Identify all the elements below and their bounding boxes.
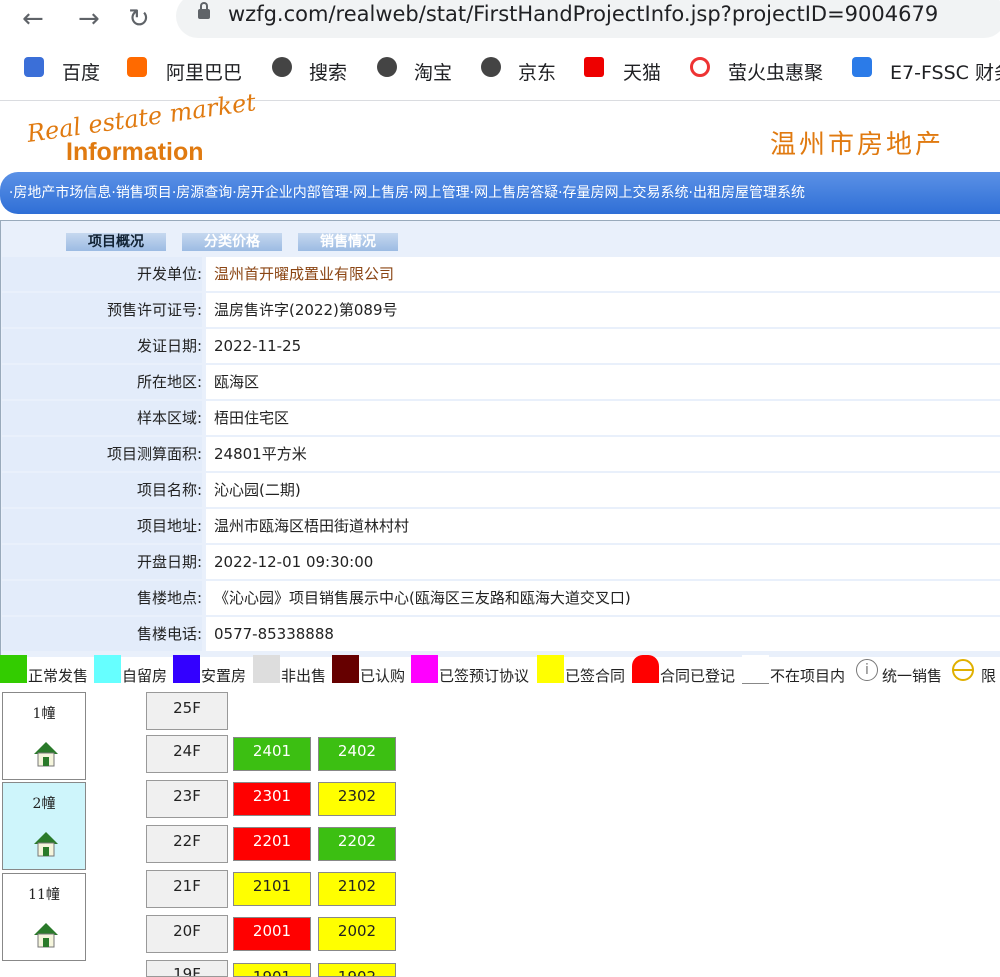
info-row-project-name: 项目名称: 沁心园(二期)	[2, 473, 1000, 507]
tab-overview[interactable]: 项目概况	[66, 233, 166, 251]
nav-rental-system[interactable]: 出租房屋管理系统	[693, 185, 805, 201]
tmall-icon	[584, 57, 604, 77]
info-row-address: 项目地址: 温州市瓯海区梧田街道林村村	[2, 509, 1000, 543]
floor-label: 23F	[146, 780, 228, 818]
forward-icon[interactable]: →	[78, 4, 100, 34]
bookmark-baidu[interactable]: 百度	[62, 58, 100, 85]
developer-link[interactable]: 温州首开曜成置业有限公司	[206, 257, 1000, 291]
bookmark-taobao[interactable]: 淘宝	[414, 58, 452, 85]
status-legend: 正常发售 自留房 安置房 非出售 已认购 已签预订协议 已签合同 合同已登记 不…	[0, 655, 1000, 687]
building-1[interactable]: 1幢	[2, 692, 86, 780]
firefly-icon	[690, 57, 710, 77]
alibaba-icon	[127, 57, 147, 77]
bookmark-search[interactable]: 搜索	[309, 58, 347, 85]
legend-swatch	[742, 655, 769, 684]
legend-swatch	[0, 655, 27, 683]
info-row-license: 预售许可证号: 温房售许字(2022)第089号	[2, 293, 1000, 327]
house-icon	[34, 832, 58, 857]
house-icon	[34, 742, 58, 767]
unit-cell[interactable]: 2102	[318, 872, 396, 906]
limit-circle-icon	[952, 659, 974, 681]
legend-swatch	[253, 655, 280, 683]
tab-sales[interactable]: 销售情况	[298, 233, 398, 251]
bookmark-tmall[interactable]: 天猫	[623, 58, 661, 85]
legend-swatch	[411, 655, 438, 683]
globe-icon	[481, 57, 501, 77]
unit-cell[interactable]: 2301	[233, 782, 311, 816]
floor-label: 21F	[146, 870, 228, 908]
info-row-area: 项目测算面积: 24801平方米	[2, 437, 1000, 471]
bookmark-firefly[interactable]: 萤火虫惠聚	[728, 58, 823, 85]
bookmarks-bar	[0, 42, 1000, 101]
legend-swatch	[173, 655, 200, 683]
legend-swatch	[94, 655, 121, 683]
legend-swatch	[632, 655, 659, 683]
info-row-issue-date: 发证日期: 2022-11-25	[2, 329, 1000, 363]
globe-icon	[377, 57, 397, 77]
nav-resale-system[interactable]: 存量房网上交易系统	[563, 185, 689, 201]
bookmark-e7[interactable]: E7-FSSC 财务	[890, 58, 1000, 85]
unit-cell[interactable]: 1902	[318, 963, 396, 977]
site-navbar: ·房地产市场信息·销售项目·房源查询·房开企业内部管理·网上售房·网上管理·网上…	[0, 172, 1000, 214]
nav-developer-admin[interactable]: 房开企业内部管理	[237, 185, 349, 201]
info-row-open-date: 开盘日期: 2022-12-01 09:30:00	[2, 545, 1000, 579]
floor-label: 19F	[146, 960, 228, 977]
logo-text-bottom: Information	[66, 138, 204, 166]
legend-swatch	[332, 655, 359, 683]
nav-house-query[interactable]: 房源查询	[176, 185, 232, 201]
globe-icon	[272, 57, 292, 77]
url-text[interactable]: wzfg.com/realweb/stat/FirstHandProjectIn…	[228, 2, 938, 26]
unit-cell[interactable]: 2402	[318, 737, 396, 771]
nav-market-info[interactable]: 房地产市场信息	[13, 185, 111, 201]
building-2[interactable]: 2幢	[2, 782, 86, 870]
bookmark-jd[interactable]: 京东	[518, 58, 556, 85]
legend-swatch	[537, 655, 564, 683]
info-row-district: 所在地区: 瓯海区	[2, 365, 1000, 399]
nav-online-faq[interactable]: 网上售房答疑	[474, 185, 558, 201]
unit-cell[interactable]: 1901	[233, 963, 311, 977]
bookmark-alibaba[interactable]: 阿里巴巴	[166, 58, 242, 85]
unit-cell[interactable]: 2001	[233, 917, 311, 951]
unit-cell[interactable]: 2401	[233, 737, 311, 771]
unit-cell[interactable]: 2302	[318, 782, 396, 816]
reload-icon[interactable]: ↻	[128, 4, 150, 34]
baidu-paw-icon	[24, 57, 44, 77]
floor-label: 24F	[146, 735, 228, 773]
site-title: 温州市房地产	[770, 130, 945, 160]
building-11[interactable]: 11幢	[2, 873, 86, 961]
house-icon	[34, 923, 58, 948]
info-row-developer: 开发单位: 温州首开曜成置业有限公司	[2, 257, 1000, 291]
info-row-sample-area: 样本区域: 梧田住宅区	[2, 401, 1000, 435]
unit-cell[interactable]: 2101	[233, 872, 311, 906]
floor-label: 25F	[146, 692, 228, 730]
lock-icon	[198, 2, 210, 19]
floor-label: 22F	[146, 825, 228, 863]
tab-price[interactable]: 分类价格	[182, 233, 282, 251]
info-row-phone: 售楼电话: 0577-85338888	[2, 617, 1000, 651]
nav-online-sale[interactable]: 网上售房	[353, 185, 409, 201]
info-circle-icon: i	[856, 659, 878, 681]
nav-online-admin[interactable]: 网上管理	[414, 185, 470, 201]
unit-cell[interactable]: 2201	[233, 827, 311, 861]
floor-label: 20F	[146, 915, 228, 953]
unit-cell[interactable]: 2002	[318, 917, 396, 951]
unit-cell[interactable]: 2202	[318, 827, 396, 861]
back-icon[interactable]: ←	[22, 4, 44, 34]
nav-sale-projects[interactable]: 销售项目	[116, 185, 172, 201]
info-row-sales-location: 售楼地点: 《沁心园》项目销售展示中心(瓯海区三友路和瓯海大道交叉口)	[2, 581, 1000, 615]
e7-icon	[852, 57, 872, 77]
